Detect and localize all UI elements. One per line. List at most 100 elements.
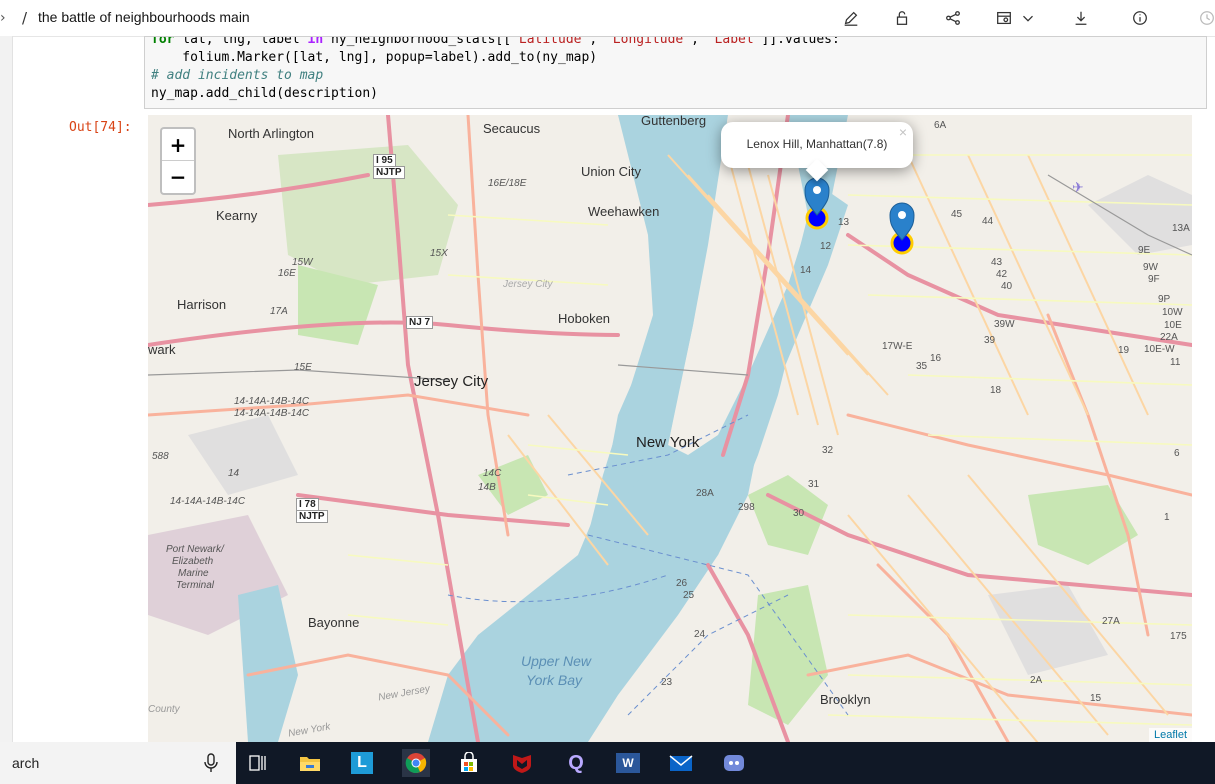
version-icon[interactable] (994, 8, 1014, 28)
label-guttenberg: Guttenberg (641, 115, 707, 128)
code-line-3: # add incidents to map (151, 68, 324, 83)
route-45: 45 (951, 209, 963, 220)
shield-njtp-1: NJTP (373, 166, 405, 179)
q-app-icon[interactable]: Q (562, 749, 590, 777)
route-11: 11 (1170, 357, 1181, 368)
route-30: 30 (793, 508, 805, 519)
route-9e: 9E (1138, 245, 1151, 256)
map-tiles (148, 115, 1192, 742)
marker-lenox-hill[interactable] (802, 175, 832, 231)
store-icon[interactable] (455, 749, 483, 777)
route-23: 23 (661, 677, 673, 688)
route-1: 1 (1164, 512, 1170, 523)
exit-14b: 14B (478, 482, 496, 493)
label-union-city: Union City (581, 164, 641, 179)
route-9p: 9P (1158, 294, 1171, 305)
popup-close-icon[interactable]: × (899, 124, 907, 140)
route-588: 588 (152, 451, 169, 462)
label-bayonne: Bayonne (308, 615, 360, 630)
history-icon[interactable] (1197, 8, 1215, 28)
route-35: 35 (916, 361, 928, 372)
route-175: 175 (1170, 631, 1187, 642)
marker-neighbourhood[interactable] (887, 200, 917, 256)
word-icon[interactable]: W (614, 749, 642, 777)
label-harrison: Harrison (177, 297, 227, 312)
left-gutter (0, 36, 13, 742)
route-6: 6 (1174, 448, 1180, 459)
label-newark: wark (148, 342, 176, 357)
route-44: 44 (982, 216, 994, 227)
route-32: 32 (822, 445, 834, 456)
label-weehawken: Weehawken (588, 204, 660, 219)
label-port-newark-1: Port Newark/ (166, 544, 224, 555)
l-app-glyph: L (351, 752, 373, 774)
route-17we: 17W-E (882, 341, 913, 352)
label-port-newark-3: Marine (178, 568, 209, 579)
exit-14: 14 (228, 468, 240, 479)
breadcrumb-separator: / (22, 9, 28, 27)
exit-16e-18e: 16E/18E (488, 178, 527, 189)
label-brooklyn: Brooklyn (820, 692, 871, 707)
label-kearny: Kearny (216, 208, 258, 223)
label-north-arlington: North Arlington (228, 126, 314, 141)
share-icon[interactable] (943, 8, 963, 28)
route-26: 26 (676, 578, 688, 589)
shield-njtp-2: NJTP (296, 510, 328, 523)
exit-14a-2: 14-14A-14B-14C (234, 408, 310, 419)
taskbar-search-box[interactable]: arch (0, 742, 236, 784)
route-43: 43 (991, 257, 1003, 268)
route-39w: 39W (994, 319, 1015, 330)
zoom-out-button[interactable]: − (162, 161, 194, 192)
route-18: 18 (990, 385, 1002, 396)
marker-popup: Lenox Hill, Manhattan(7.8) × (721, 122, 913, 182)
zoom-in-button[interactable]: + (162, 129, 194, 161)
file-explorer-icon[interactable] (296, 749, 324, 777)
route-2a: 2A (1030, 675, 1043, 686)
route-13: 13 (838, 217, 850, 228)
task-view-icon[interactable] (244, 749, 272, 777)
route-15: 15 (1090, 693, 1102, 704)
leaflet-map[interactable]: North Arlington Secaucus Guttenberg Unio… (148, 115, 1192, 742)
route-22a: 22A (1160, 332, 1178, 343)
route-31: 31 (808, 479, 820, 490)
label-hoboken: Hoboken (558, 311, 611, 326)
code-line-4: ny_map.add_child(description) (151, 86, 378, 101)
route-39: 39 (984, 335, 996, 346)
l-app-icon[interactable]: L (348, 749, 376, 777)
exit-16e: 16E (278, 268, 296, 279)
route-25: 25 (683, 590, 695, 601)
label-upper-ny-bay-2: York Bay (526, 672, 583, 688)
download-icon[interactable] (1071, 8, 1091, 28)
notebook-header: › / the battle of neighbourhoods main (0, 0, 1215, 37)
edit-icon[interactable] (841, 8, 861, 28)
code-cell[interactable]: for lat, lng, label in ny_neighborhood_s… (144, 36, 1207, 109)
q-app-glyph: Q (568, 751, 584, 774)
route-28a: 28A (696, 488, 714, 499)
mail-icon[interactable] (667, 749, 695, 777)
route-10w: 10W (1162, 307, 1183, 318)
exit-17a: 17A (270, 306, 288, 317)
chevron-down-icon[interactable] (1018, 8, 1038, 28)
route-10ew: 10E-W (1144, 344, 1175, 355)
notebook-title[interactable]: the battle of neighbourhoods main (38, 9, 250, 25)
label-county: County (148, 704, 180, 715)
route-9w: 9W (1143, 262, 1158, 273)
output-prompt: Out[74]: (69, 120, 132, 135)
exit-15e: 15E (294, 362, 312, 373)
exit-14a-1: 14-14A-14B-14C (234, 396, 310, 407)
search-text: arch (12, 755, 40, 771)
route-13a: 13A (1172, 223, 1190, 234)
mcafee-icon[interactable] (508, 749, 536, 777)
microphone-icon[interactable] (203, 753, 219, 773)
leaflet-attribution-link[interactable]: Leaflet (1148, 728, 1192, 742)
chrome-icon[interactable] (402, 749, 430, 777)
route-12: 12 (820, 241, 832, 252)
airport-icon: ✈ (1072, 179, 1084, 195)
lock-icon[interactable] (892, 8, 912, 28)
label-secaucus: Secaucus (483, 121, 541, 136)
discord-icon[interactable] (720, 749, 748, 777)
popup-text: Lenox Hill, Manhattan(7.8) (746, 137, 888, 151)
info-icon[interactable] (1130, 8, 1150, 28)
breadcrumb-chevron-icon[interactable]: › (0, 10, 6, 26)
route-14: 14 (800, 265, 812, 276)
